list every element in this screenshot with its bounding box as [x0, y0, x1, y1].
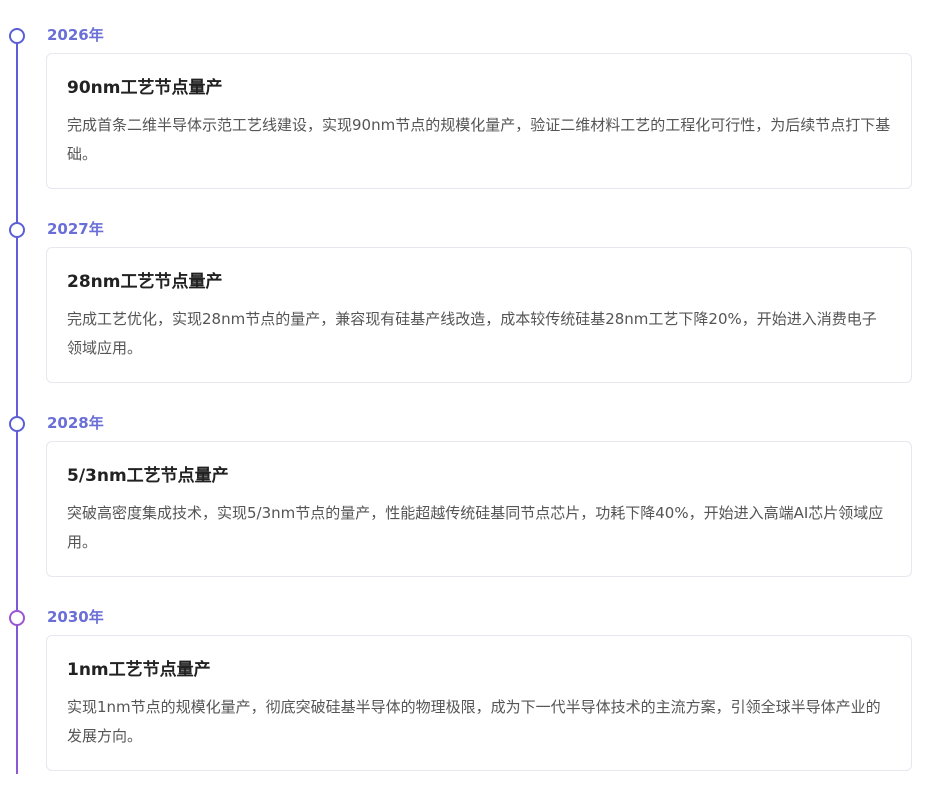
milestone-title: 90nm工艺节点量产 [67, 78, 223, 98]
timeline-year: 2026年 [47, 26, 104, 44]
milestone-card: 1nm工艺节点量产 实现1nm节点的规模化量产，彻底突破硅基半导体的物理极限，成… [46, 635, 912, 771]
timeline-entry-2026: 2026年 90nm工艺节点量产 完成首条二维半导体示范工艺线建设，实现90nm… [0, 0, 931, 194]
milestone-title: 5/3nm工艺节点量产 [67, 466, 229, 486]
milestone-card: 5/3nm工艺节点量产 突破高密度集成技术，实现5/3nm节点的量产，性能超越传… [46, 441, 912, 577]
milestone-title: 28nm工艺节点量产 [67, 272, 223, 292]
roadmap-timeline: 2026年 90nm工艺节点量产 完成首条二维半导体示范工艺线建设，实现90nm… [0, 0, 931, 789]
timeline-entry-2028: 2028年 5/3nm工艺节点量产 突破高密度集成技术，实现5/3nm节点的量产… [0, 388, 931, 582]
milestone-description: 完成工艺优化，实现28nm节点的量产，兼容现有硅基产线改造，成本较传统硅基28n… [67, 310, 877, 357]
timeline-year: 2030年 [47, 608, 104, 626]
timeline-dot-icon [9, 416, 25, 432]
milestone-title: 1nm工艺节点量产 [67, 660, 211, 680]
timeline-dot-icon [9, 610, 25, 626]
milestone-description: 突破高密度集成技术，实现5/3nm节点的量产，性能超越传统硅基同节点芯片，功耗下… [67, 504, 884, 551]
timeline-year: 2028年 [47, 414, 104, 432]
timeline-dot-icon [9, 28, 25, 44]
timeline-year: 2027年 [47, 220, 104, 238]
milestone-card: 90nm工艺节点量产 完成首条二维半导体示范工艺线建设，实现90nm节点的规模化… [46, 53, 912, 189]
timeline-dot-icon [9, 222, 25, 238]
milestone-description: 完成首条二维半导体示范工艺线建设，实现90nm节点的规模化量产，验证二维材料工艺… [67, 116, 891, 163]
milestone-card: 28nm工艺节点量产 完成工艺优化，实现28nm节点的量产，兼容现有硅基产线改造… [46, 247, 912, 383]
timeline-entry-2027: 2027年 28nm工艺节点量产 完成工艺优化，实现28nm节点的量产，兼容现有… [0, 194, 931, 388]
milestone-description: 实现1nm节点的规模化量产，彻底突破硅基半导体的物理极限，成为下一代半导体技术的… [67, 698, 881, 745]
timeline-entry-2030: 2030年 1nm工艺节点量产 实现1nm节点的规模化量产，彻底突破硅基半导体的… [0, 582, 931, 776]
